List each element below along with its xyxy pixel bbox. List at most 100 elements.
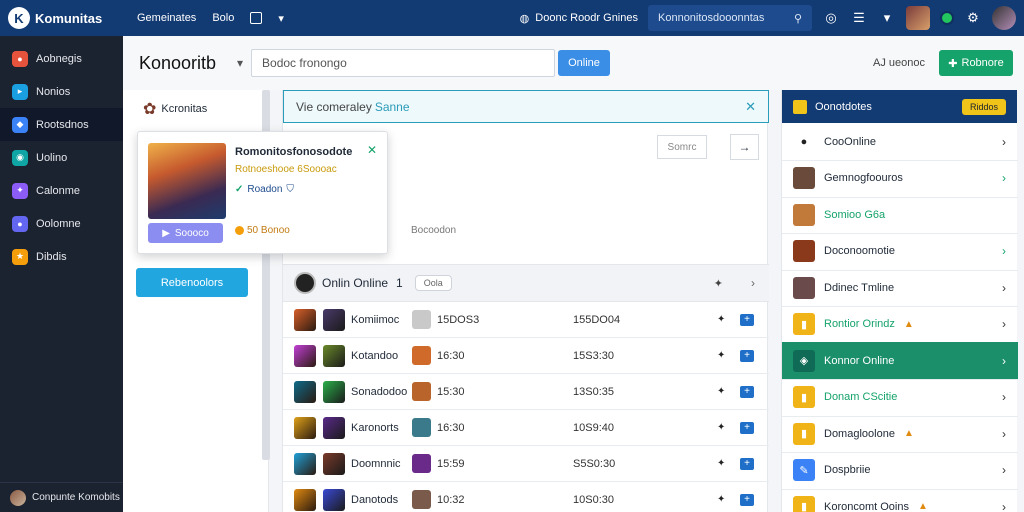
online-list-title: Onlin Online bbox=[322, 276, 389, 290]
search-icon[interactable]: ⚲ bbox=[794, 12, 802, 25]
settings-icon[interactable]: ⚙ bbox=[964, 9, 982, 27]
game-thumb bbox=[323, 381, 345, 403]
game-thumb bbox=[294, 381, 316, 403]
online-count: 1 bbox=[396, 276, 403, 290]
right-list-item[interactable]: ▮ Koroncomt Ooins ▲ › bbox=[782, 488, 1018, 512]
gamepad-link[interactable]: ◍ Doonc Roodr Gnines bbox=[520, 12, 638, 25]
sidebar-item-calonme[interactable]: ✦ Calonme bbox=[0, 174, 123, 207]
chevron-right-icon[interactable]: › bbox=[1002, 244, 1006, 258]
nav-item-gemeinates[interactable]: Gemeinates bbox=[137, 12, 196, 24]
chevron-down-icon[interactable]: ▾ bbox=[878, 9, 896, 27]
sidebar-item-uolino[interactable]: ◉ Uolino bbox=[0, 141, 123, 174]
avatar-icon bbox=[793, 203, 815, 226]
sidebar-item-label: Aobnegis bbox=[36, 52, 82, 65]
table-row[interactable]: Doomnnic 15:59 S5S0:30 ✦ + bbox=[283, 446, 769, 482]
row-value-secondary: 15S3:30 bbox=[573, 349, 614, 362]
add-icon[interactable]: + bbox=[740, 421, 754, 434]
arrow-right-button[interactable]: → bbox=[730, 134, 759, 160]
chevron-right-icon[interactable]: › bbox=[1002, 500, 1006, 512]
menu-icon[interactable]: ☰ bbox=[850, 9, 868, 27]
right-panel-badge[interactable]: Riddos bbox=[961, 98, 1006, 115]
right-list-item[interactable]: Ddinec Tmline › bbox=[782, 269, 1018, 307]
chevron-right-icon[interactable]: › bbox=[1002, 463, 1006, 477]
chevron-down-icon[interactable]: ▾ bbox=[237, 56, 243, 70]
add-icon[interactable]: + bbox=[740, 457, 754, 470]
sidebar-item-rootsdnos[interactable]: ◆ Rootsdnos bbox=[0, 108, 123, 141]
table-row[interactable]: Kotandoo 16:30 15S3:30 ✦ + bbox=[283, 338, 769, 374]
add-icon[interactable]: + bbox=[740, 385, 754, 398]
online-filter-button[interactable]: Online bbox=[558, 50, 611, 76]
right-list-item[interactable]: ◈ Konnor Online › bbox=[782, 342, 1018, 380]
pin-icon[interactable]: ✦ bbox=[717, 314, 725, 325]
table-row[interactable]: Karonorts 16:30 10S9:40 ✦ + bbox=[283, 410, 769, 446]
right-list-item[interactable]: ▮ Domagloolone ▲ › bbox=[782, 415, 1018, 453]
header-link[interactable]: AJ ueonoc bbox=[873, 57, 925, 69]
add-icon[interactable]: + bbox=[740, 313, 754, 326]
right-item-label: Dospbriie bbox=[824, 464, 871, 476]
sidebar-item-aobnegis[interactable]: ● Aobnegis bbox=[0, 42, 123, 75]
filter-input[interactable]: Bodoc fronongo bbox=[251, 49, 556, 77]
close-icon[interactable]: ✕ bbox=[745, 99, 756, 115]
header-action-button[interactable]: ✚ Robnore bbox=[939, 50, 1013, 76]
row-value-secondary: 13S0:35 bbox=[573, 385, 614, 398]
top-search-input[interactable]: Konnonitosdooonntas ⚲ bbox=[648, 5, 812, 31]
row-value: 16:30 bbox=[437, 421, 465, 434]
sort-select[interactable]: Somrc bbox=[657, 135, 707, 159]
sidebar-item-oolomne[interactable]: ● Oolomne bbox=[0, 207, 123, 240]
right-list-item[interactable]: Doconoomotie › bbox=[782, 233, 1018, 271]
pin-icon[interactable]: ✦ bbox=[717, 494, 725, 505]
chevron-right-icon[interactable]: › bbox=[1002, 171, 1006, 185]
sidebar-footer[interactable]: Conpunte Komobits bbox=[0, 482, 123, 512]
sidebar-item-label: Nonios bbox=[36, 85, 71, 98]
chevron-right-icon[interactable]: › bbox=[1002, 390, 1006, 404]
chevron-right-icon[interactable]: › bbox=[1002, 427, 1006, 441]
pin-icon[interactable]: ✦ bbox=[714, 277, 723, 290]
right-list-item[interactable]: ✎ Dospbriie › bbox=[782, 452, 1018, 490]
right-list-item[interactable]: ● CooOnline › bbox=[782, 123, 1018, 161]
flame-icon: ▲ bbox=[903, 428, 914, 439]
table-row[interactable]: Komiimoc 15DOS3 155DO04 ✦ + bbox=[283, 302, 769, 338]
online-pill[interactable]: Oola bbox=[414, 275, 452, 291]
chevron-right-icon[interactable]: › bbox=[1002, 317, 1006, 331]
pin-icon[interactable]: ✦ bbox=[717, 386, 725, 397]
nav-item-bolo[interactable]: Bolo bbox=[212, 12, 234, 24]
sidebar-item-label: Calonme bbox=[36, 184, 81, 197]
user-avatar[interactable] bbox=[992, 6, 1016, 30]
avatar bbox=[412, 346, 431, 365]
sidebar-item-nonios[interactable]: ▸ Nonios bbox=[0, 75, 123, 108]
row-value-secondary: 155DO04 bbox=[573, 313, 621, 326]
chevron-right-icon[interactable]: › bbox=[1002, 354, 1006, 368]
banner-highlight[interactable]: Sanne bbox=[375, 100, 410, 114]
chevron-right-icon[interactable]: › bbox=[1002, 281, 1006, 295]
chevron-down-icon[interactable]: ▾ bbox=[278, 12, 284, 25]
close-icon[interactable]: ✕ bbox=[367, 143, 377, 157]
pin-icon[interactable]: ✦ bbox=[717, 458, 725, 469]
right-list-item[interactable]: Somioo G6a bbox=[782, 196, 1018, 234]
chevron-right-icon[interactable]: › bbox=[1002, 135, 1006, 149]
row-value-secondary: 10S9:40 bbox=[573, 421, 614, 434]
sidebar-item-dibdis[interactable]: ★ Dibdis bbox=[0, 240, 123, 273]
table-row[interactable]: Danotods 10:32 10S0:30 ✦ + bbox=[283, 482, 769, 512]
window-icon[interactable] bbox=[250, 12, 263, 24]
profile-button-label: Soooco bbox=[174, 227, 209, 239]
table-row[interactable]: Sonadodoo 15:30 13S0:35 ✦ + bbox=[283, 374, 769, 410]
row-name: Karonorts bbox=[351, 421, 399, 434]
right-list-item[interactable]: ▮ Rontior Orindz ▲ › bbox=[782, 306, 1018, 344]
profile-coins: 50 Bonoo bbox=[235, 225, 290, 236]
info-banner: Vie comeraley Sanne ✕ bbox=[283, 90, 769, 123]
game-icon: ● bbox=[12, 50, 28, 67]
community-logo-icon: ✿ bbox=[143, 101, 157, 118]
game-avatar[interactable] bbox=[906, 6, 930, 30]
game-thumb bbox=[294, 309, 316, 331]
add-icon[interactable]: + bbox=[740, 349, 754, 362]
right-list-item[interactable]: ▮ Donam CScitie › bbox=[782, 379, 1018, 417]
chevron-right-icon[interactable]: › bbox=[751, 276, 755, 290]
pin-icon[interactable]: ✦ bbox=[717, 422, 725, 433]
pin-icon[interactable]: ✦ bbox=[717, 350, 725, 361]
headset-icon[interactable]: ◎ bbox=[822, 9, 840, 27]
add-icon[interactable]: + bbox=[740, 493, 754, 506]
right-list-item[interactable]: Gemnogfoouros › bbox=[782, 160, 1018, 198]
brand[interactable]: K Komunitas bbox=[0, 7, 123, 29]
community-action-button[interactable]: Rebenoolors bbox=[136, 268, 248, 297]
profile-button[interactable]: ▶ Soooco bbox=[148, 223, 223, 243]
